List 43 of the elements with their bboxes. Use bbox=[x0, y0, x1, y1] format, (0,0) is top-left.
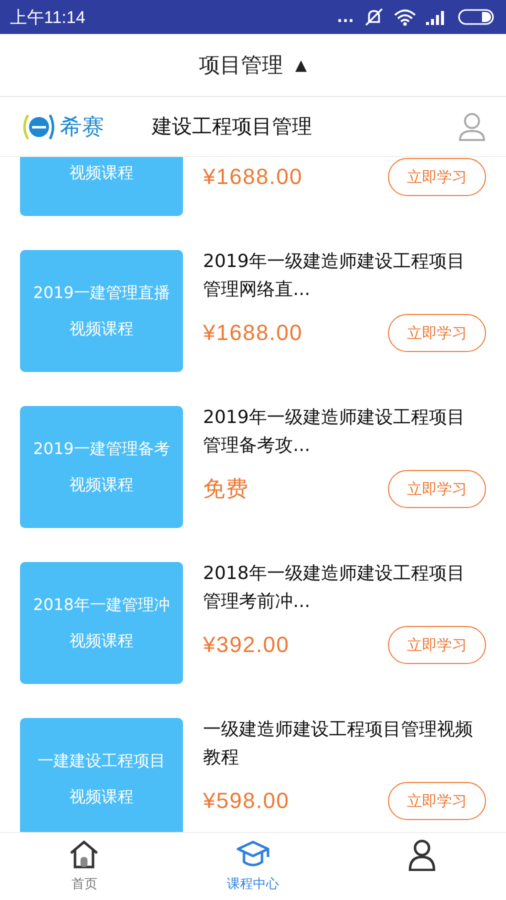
study-now-button[interactable]: 立即学习 bbox=[388, 470, 486, 508]
thumbnail-text: 2019一建管理备考 bbox=[33, 439, 170, 458]
course-price: ¥598.00 bbox=[203, 788, 290, 814]
person-icon bbox=[406, 839, 437, 871]
study-now-button[interactable]: 立即学习 bbox=[388, 782, 486, 820]
nav-tab[interactable]: 首页 bbox=[0, 833, 169, 900]
thumbnail-text: 视频课程 bbox=[70, 631, 134, 650]
study-now-button[interactable]: 立即学习 bbox=[388, 158, 486, 196]
nav-tab[interactable]: 课程中心 bbox=[168, 833, 338, 900]
course-title[interactable]: 一级建造师建设工程项目管理视频教程 bbox=[203, 716, 475, 772]
course-title[interactable]: 2019年一级建造师建设工程项目管理网络直... bbox=[203, 248, 475, 304]
logo-text: 希赛 bbox=[60, 114, 104, 142]
thumbnail-text: 一建建设工程项目 bbox=[38, 751, 166, 770]
course-title[interactable]: 2019年一级建造师建设工程项目管理备考攻... bbox=[203, 404, 475, 460]
thumbnail-text: 视频课程 bbox=[70, 319, 134, 338]
course-price: ¥1688.00 bbox=[203, 320, 303, 346]
study-now-button[interactable]: 立即学习 bbox=[388, 314, 486, 352]
section-title: 建设工程项目管理 bbox=[152, 113, 312, 140]
thumbnail-text: 视频课程 bbox=[70, 163, 134, 182]
collapse-toggle[interactable]: ▲ bbox=[295, 56, 307, 74]
graduation-cap-icon bbox=[236, 839, 270, 869]
logo-icon bbox=[20, 112, 56, 142]
course-price: ¥392.00 bbox=[203, 632, 290, 658]
page-title: 项目管理 bbox=[199, 52, 284, 79]
thumbnail-text: 视频课程 bbox=[70, 787, 134, 806]
course-title[interactable]: 2018年一级建造师建设工程项目管理考前冲... bbox=[203, 560, 475, 616]
more-notifications: ... bbox=[336, 10, 354, 24]
home-icon bbox=[68, 839, 100, 869]
course-price: ¥1688.00 bbox=[203, 164, 303, 190]
wifi-icon bbox=[394, 8, 416, 26]
thumbnail-text: 视频课程 bbox=[70, 475, 134, 494]
thumbnail-text: 2018年一建管理冲 bbox=[33, 595, 170, 614]
course-thumbnail[interactable]: 2019一建管理备考 视频课程 bbox=[20, 406, 183, 528]
course-thumbnail[interactable]: 2019一建管理直播 视频课程 bbox=[20, 250, 183, 372]
course-thumbnail[interactable]: 2018年一建管理冲 视频课程 bbox=[20, 562, 183, 684]
course-thumbnail[interactable]: 一建建设工程项目 视频课程 bbox=[20, 718, 183, 832]
battery-icon bbox=[458, 9, 494, 25]
course-thumbnail[interactable]: 视频课程 bbox=[20, 157, 183, 216]
thumbnail-text: 2019一建管理直播 bbox=[33, 283, 170, 302]
status-time: 上午11:14 bbox=[10, 6, 86, 28]
study-now-button[interactable]: 立即学习 bbox=[388, 626, 486, 664]
course-price: 免费 bbox=[203, 475, 249, 503]
muted-bell-icon bbox=[364, 8, 384, 26]
